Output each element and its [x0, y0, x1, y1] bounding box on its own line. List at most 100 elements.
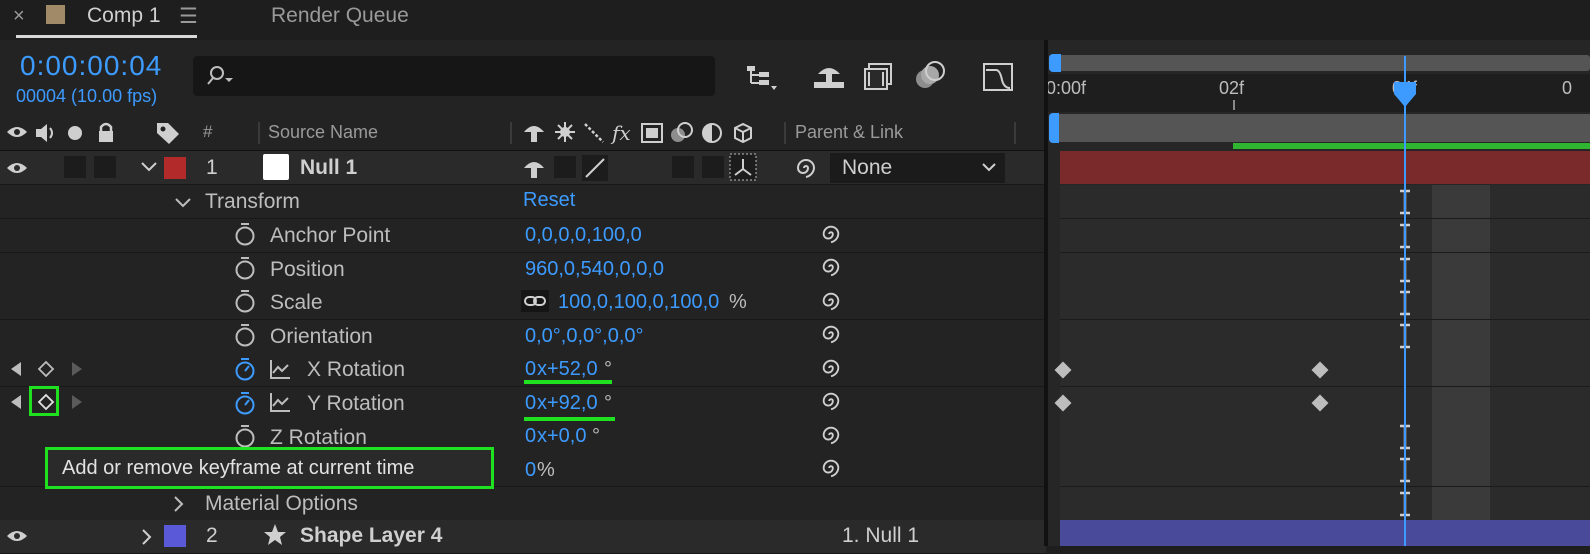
- z-rotation-degrees[interactable]: x+0,0: [537, 425, 586, 448]
- graph-icon[interactable]: [268, 390, 292, 414]
- y-rotation-degrees[interactable]: x+92,0: [537, 392, 598, 415]
- anchor-point-value[interactable]: 0,0,0,0,100,0: [525, 224, 642, 247]
- search-input[interactable]: [237, 62, 701, 90]
- keyframe-toggle-icon[interactable]: [37, 360, 55, 378]
- close-tab-icon[interactable]: ×: [13, 5, 25, 28]
- motion-blur-icon[interactable]: [914, 60, 948, 92]
- expression-pick-whip-icon[interactable]: [820, 256, 842, 278]
- material-options-label: Material Options: [205, 492, 358, 515]
- solo-header-icon[interactable]: [68, 126, 82, 140]
- stopwatch-icon[interactable]: [234, 222, 256, 246]
- reset-button[interactable]: Reset: [523, 189, 575, 212]
- expression-pick-whip-icon[interactable]: [820, 323, 842, 345]
- audio-switch-header-icon[interactable]: [34, 122, 58, 144]
- expression-pick-whip-icon[interactable]: [820, 424, 842, 446]
- degree-unit: °: [604, 392, 612, 414]
- draft-3d-icon[interactable]: [812, 62, 846, 92]
- timeline-row: [1060, 253, 1590, 287]
- stopwatch-active-icon[interactable]: [234, 391, 256, 415]
- time-ruler[interactable]: [1048, 74, 1590, 112]
- shy-switch-icon[interactable]: [522, 156, 546, 180]
- video-switch-header-icon[interactable]: [6, 124, 28, 140]
- ruler-tick-label: 0: [1562, 78, 1573, 98]
- 3d-layer-switch-icon[interactable]: [729, 153, 757, 181]
- opacity-value[interactable]: 0: [525, 459, 536, 482]
- label-color-swatch[interactable]: [164, 157, 186, 179]
- chevron-down-icon[interactable]: [174, 196, 192, 210]
- eye-icon[interactable]: [6, 160, 28, 176]
- timeline-row: [1060, 286, 1590, 320]
- z-rotation-revolutions[interactable]: 0: [525, 425, 536, 448]
- layer-number: 2: [206, 524, 218, 547]
- comp-flowchart-icon[interactable]: [745, 64, 781, 92]
- label-header-icon[interactable]: [155, 121, 181, 145]
- stopwatch-icon[interactable]: [234, 289, 256, 313]
- collapse-switch[interactable]: [554, 156, 576, 178]
- layer-name[interactable]: Null 1: [300, 156, 357, 180]
- adjustment-switch[interactable]: [672, 156, 694, 178]
- layer-duration-bar[interactable]: [1060, 520, 1590, 546]
- stopwatch-icon[interactable]: [234, 424, 256, 448]
- parent-link-column-header[interactable]: Parent & Link: [795, 122, 903, 143]
- graph-icon[interactable]: [268, 357, 292, 381]
- motion-blur-switch[interactable]: [702, 156, 724, 178]
- playhead-line[interactable]: [1404, 56, 1406, 546]
- next-keyframe-icon[interactable]: [70, 394, 84, 410]
- pick-whip-icon[interactable]: [794, 156, 818, 180]
- y-rotation-revolutions[interactable]: 0: [525, 392, 536, 415]
- graph-editor-icon[interactable]: [982, 62, 1014, 92]
- previous-keyframe-icon[interactable]: [9, 361, 23, 377]
- chevron-right-icon[interactable]: [140, 528, 154, 546]
- lock-header-icon[interactable]: [96, 121, 116, 143]
- cache-indicator-bar: [1233, 143, 1590, 149]
- x-rotation-degrees[interactable]: x+52,0: [537, 358, 598, 381]
- label-color-swatch[interactable]: [164, 525, 186, 547]
- scale-value[interactable]: 100,0,100,0,100,0: [558, 291, 719, 314]
- orientation-value[interactable]: 0,0°,0,0°,0,0°: [525, 325, 644, 348]
- stopwatch-active-icon[interactable]: [234, 357, 256, 381]
- source-name-column-header[interactable]: Source Name: [268, 122, 378, 143]
- quality-switch-icon[interactable]: [582, 155, 608, 181]
- timeline-row: [1060, 320, 1590, 354]
- stopwatch-icon[interactable]: [234, 323, 256, 347]
- ruler-tick-label: 02f: [1219, 78, 1245, 98]
- expression-pick-whip-icon[interactable]: [820, 223, 842, 245]
- parent-dropdown[interactable]: None: [830, 153, 1005, 183]
- eye-icon[interactable]: [6, 528, 28, 544]
- position-value[interactable]: 960,0,540,0,0,0: [525, 258, 664, 281]
- playhead-handle-icon[interactable]: [1392, 80, 1418, 110]
- layer-switches-header-icons: fx: [524, 121, 752, 145]
- work-area-start-handle[interactable]: [1049, 54, 1061, 72]
- panel-menu-icon[interactable]: ☰: [179, 4, 198, 29]
- stopwatch-icon[interactable]: [234, 256, 256, 280]
- expression-pick-whip-icon[interactable]: [820, 390, 842, 412]
- current-time-display[interactable]: 0:00:00:04: [20, 50, 162, 82]
- tab-comp-1[interactable]: Comp 1: [87, 4, 161, 28]
- expression-pick-whip-icon[interactable]: [820, 357, 842, 379]
- chevron-down-icon[interactable]: [140, 160, 158, 174]
- work-area-bar[interactable]: [1055, 55, 1590, 71]
- frame-blending-icon[interactable]: [863, 62, 895, 92]
- property-name-scale: Scale: [270, 291, 323, 314]
- expression-pick-whip-icon[interactable]: [820, 290, 842, 312]
- material-options-row[interactable]: [0, 487, 1046, 521]
- panel-divider[interactable]: [1044, 40, 1048, 546]
- chevron-down-icon: [982, 163, 996, 172]
- tab-render-queue[interactable]: Render Queue: [271, 4, 409, 28]
- solo-toggle[interactable]: [64, 156, 86, 178]
- parent-dropdown-value[interactable]: 1. Null 1: [842, 524, 919, 548]
- constrain-proportions-link-icon[interactable]: [521, 290, 549, 312]
- opacity-unit: %: [537, 459, 555, 481]
- previous-keyframe-icon[interactable]: [9, 394, 23, 410]
- layer-search-field[interactable]: [193, 56, 715, 96]
- next-keyframe-icon[interactable]: [70, 361, 84, 377]
- lock-toggle[interactable]: [94, 156, 116, 178]
- layer-name[interactable]: Shape Layer 4: [300, 524, 442, 548]
- expression-pick-whip-icon[interactable]: [820, 457, 842, 479]
- layer-duration-bar[interactable]: [1060, 151, 1590, 184]
- highlight-underline: [524, 380, 612, 384]
- search-icon: [207, 66, 233, 85]
- x-rotation-revolutions[interactable]: 0: [525, 358, 536, 381]
- add-remove-keyframe-icon[interactable]: [37, 393, 55, 411]
- chevron-right-icon[interactable]: [172, 495, 186, 513]
